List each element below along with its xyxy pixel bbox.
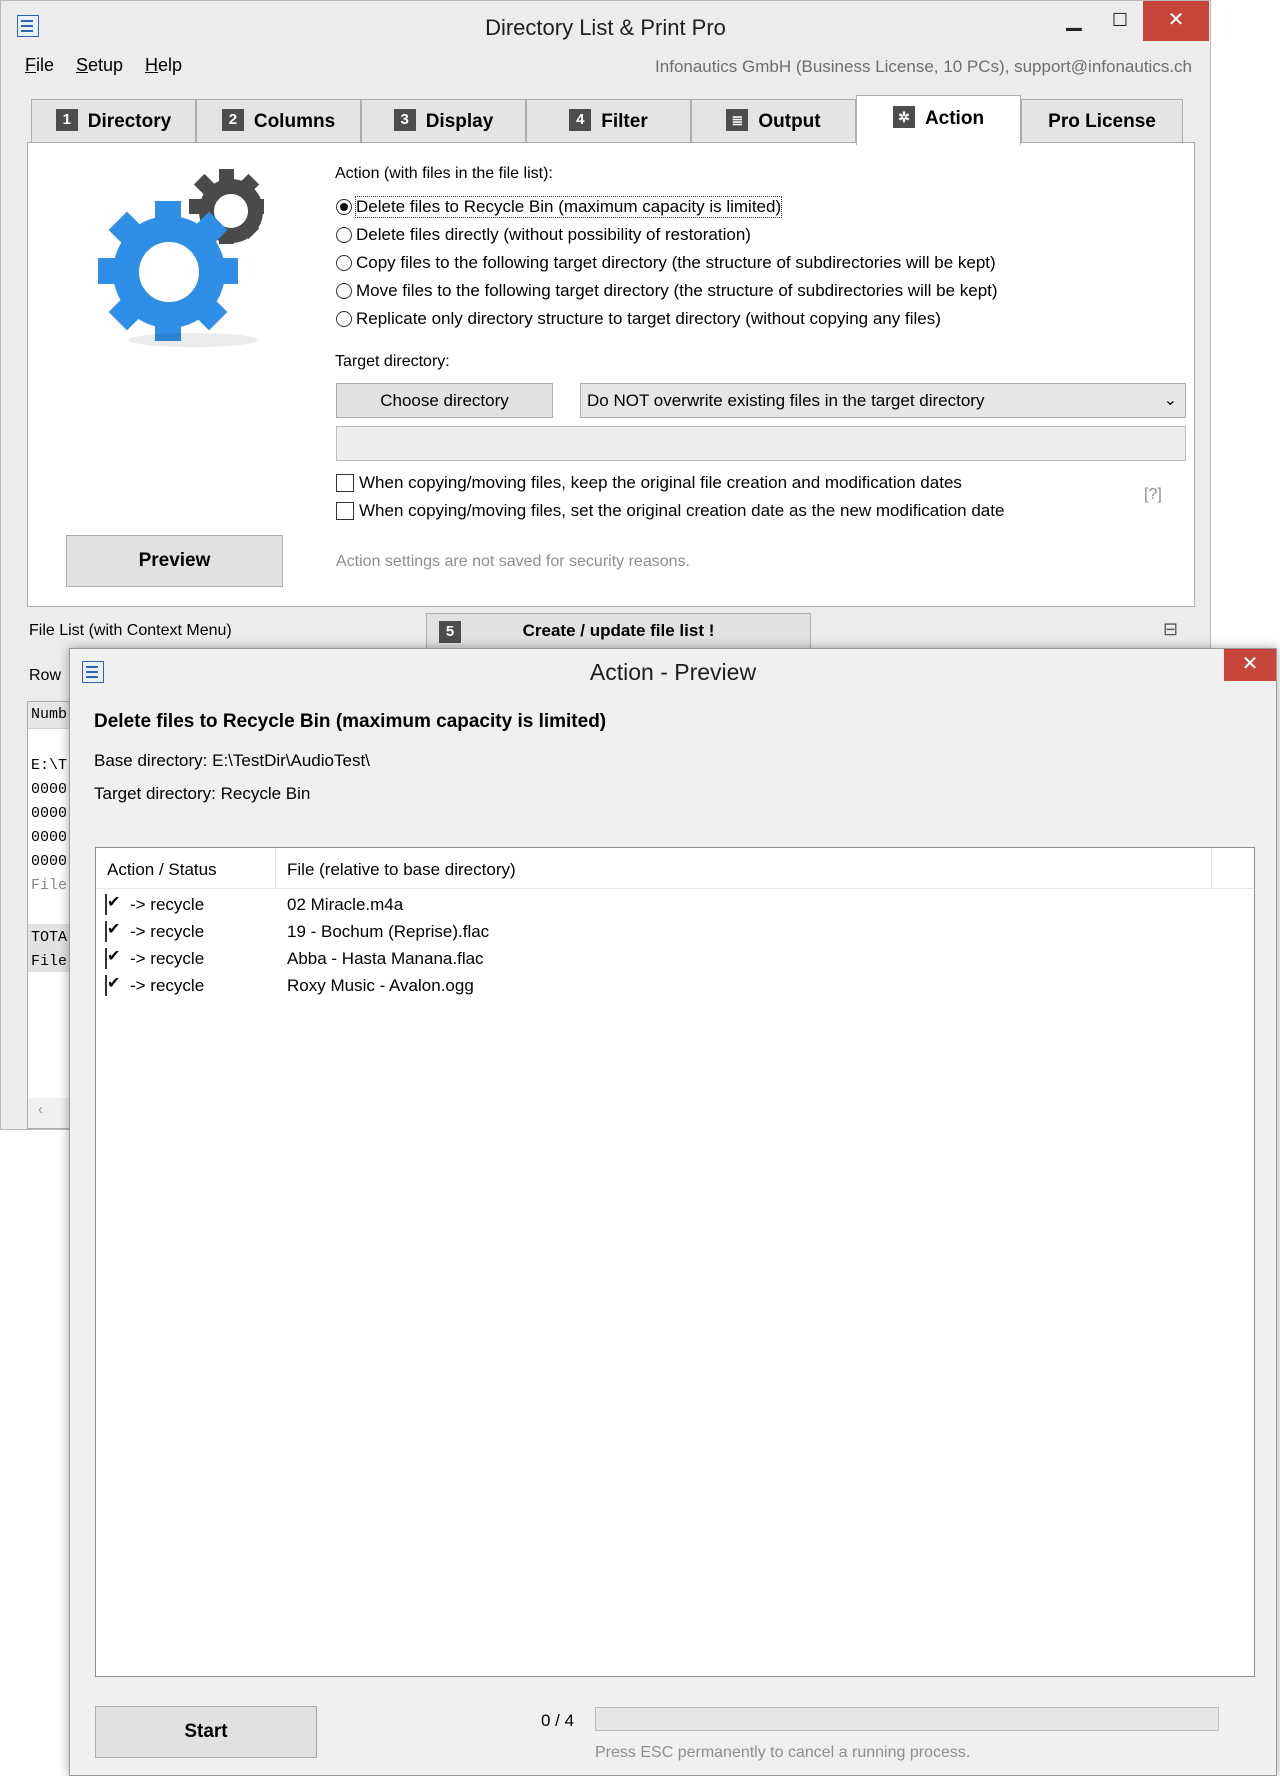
radio-delete-directly[interactable]: Delete files directly (without possibili… [336,223,751,247]
action-panel: Action (with files in the file list): De… [27,142,1195,607]
target-path-input[interactable] [336,426,1186,461]
radio-button[interactable] [336,227,352,243]
progress-bar [595,1707,1219,1731]
target-directory: Target directory: Recycle Bin [94,784,311,803]
row-label: Row [29,667,62,684]
menu-setup[interactable]: Setup [76,55,123,76]
progress-count: 0 / 4 [541,1711,575,1730]
list-item: TOTA [31,929,68,946]
document-icon: ≣ [726,108,749,131]
action-label: Action (with files in the file list): [335,165,553,182]
table-row[interactable]: -> recycle 02 Miracle.m4a [105,892,403,919]
preview-button[interactable]: Preview [66,535,283,587]
gears-icon [83,163,303,363]
table-row[interactable]: -> recycle 19 - Bochum (Reprise).flac [105,919,489,946]
license-info: Infonautics GmbH (Business License, 10 P… [655,57,1192,76]
tab-display[interactable]: 3 Display [361,99,526,143]
list-item: File [31,877,68,894]
row-checkbox[interactable] [105,975,107,996]
row-checkbox[interactable] [105,921,107,942]
dialog-title: Action - Preview [589,659,757,685]
gear-icon: ✲ [892,105,915,128]
list-item: 0000 [31,853,68,870]
list-item: 0000 [31,805,68,822]
title-bar[interactable]: Directory List & Print Pro ▁ ☐ ✕ [1,1,1210,45]
tab-columns[interactable]: 2 Columns [196,99,361,143]
radio-recycle[interactable]: Delete files to Recycle Bin (maximum cap… [336,195,783,219]
list-item: E:\T [31,757,68,774]
row-checkbox[interactable] [105,948,107,969]
radio-button[interactable] [336,311,352,327]
list-item: File [31,953,68,970]
column-header-file[interactable]: File (relative to base directory) [287,860,516,880]
preview-list[interactable]: Action / Status File (relative to base d… [95,847,1255,1677]
create-file-list-button[interactable]: 5 Create / update file list ! [426,613,811,649]
keep-dates-checkbox[interactable] [336,474,354,492]
tab-action[interactable]: ✲ Action [856,95,1021,145]
start-button[interactable]: Start [95,1706,317,1758]
radio-button[interactable] [336,255,352,271]
window-title: Directory List & Print Pro [485,15,726,40]
tab-filter[interactable]: 4 Filter [526,99,691,143]
action-preview-dialog: Action - Preview ✕ Delete files to Recyc… [69,648,1277,1776]
table-row[interactable]: -> recycle Roxy Music - Avalon.ogg [105,973,474,1000]
row-checkbox[interactable] [105,894,107,915]
radio-button[interactable] [336,283,352,299]
minimize-icon[interactable]: ▁ [1051,1,1097,41]
scroll-left-icon[interactable]: ‹ [36,1102,45,1119]
overwrite-select[interactable]: Do NOT overwrite existing files in the t… [580,383,1186,418]
tab-directory[interactable]: 1 Directory [31,99,196,143]
list-item: 0000 [31,781,68,798]
tab-output[interactable]: ≣ Output [691,99,856,143]
dialog-heading: Delete files to Recycle Bin (maximum cap… [94,711,607,732]
list-item: Numb [31,706,68,723]
tab-pro-license[interactable]: Pro License [1021,99,1183,143]
close-icon[interactable]: ✕ [1143,1,1209,41]
radio-move[interactable]: Move files to the following target direc… [336,279,998,303]
tree-view-icon[interactable]: ⊟ [1163,619,1178,640]
radio-copy[interactable]: Copy files to the following target direc… [336,251,996,275]
list-item: 0000 [31,829,68,846]
esc-hint: Press ESC permanently to cancel a runnin… [595,1744,971,1761]
security-note: Action settings are not saved for securi… [336,553,690,570]
radio-button[interactable] [336,199,352,215]
menu-file[interactable]: File [25,55,54,76]
help-link[interactable]: [?] [1144,486,1162,504]
radio-replicate[interactable]: Replicate only directory structure to ta… [336,307,941,331]
set-creation-checkbox[interactable] [336,502,354,520]
set-creation-option[interactable]: When copying/moving files, set the origi… [336,499,1004,523]
dialog-title-bar[interactable]: Action - Preview ✕ [70,649,1276,693]
table-row[interactable]: -> recycle Abba - Hasta Manana.flac [105,946,484,973]
list-header: Action / Status File (relative to base d… [96,848,1254,889]
maximize-icon[interactable]: ☐ [1097,1,1143,41]
choose-directory-button[interactable]: Choose directory [336,383,553,418]
file-list-label: File List (with Context Menu) [29,622,232,639]
chevron-down-icon: ⌄ [1163,392,1177,409]
keep-dates-option[interactable]: When copying/moving files, keep the orig… [336,471,962,495]
column-header-action[interactable]: Action / Status [107,860,217,880]
base-directory: Base directory: E:\TestDir\AudioTest\ [94,751,370,770]
target-directory-label: Target directory: [335,353,450,370]
close-icon[interactable]: ✕ [1224,649,1276,681]
menu-bar: File Setup Help Infonautics GmbH (Busine… [1,49,1210,83]
menu-help[interactable]: Help [145,55,182,76]
